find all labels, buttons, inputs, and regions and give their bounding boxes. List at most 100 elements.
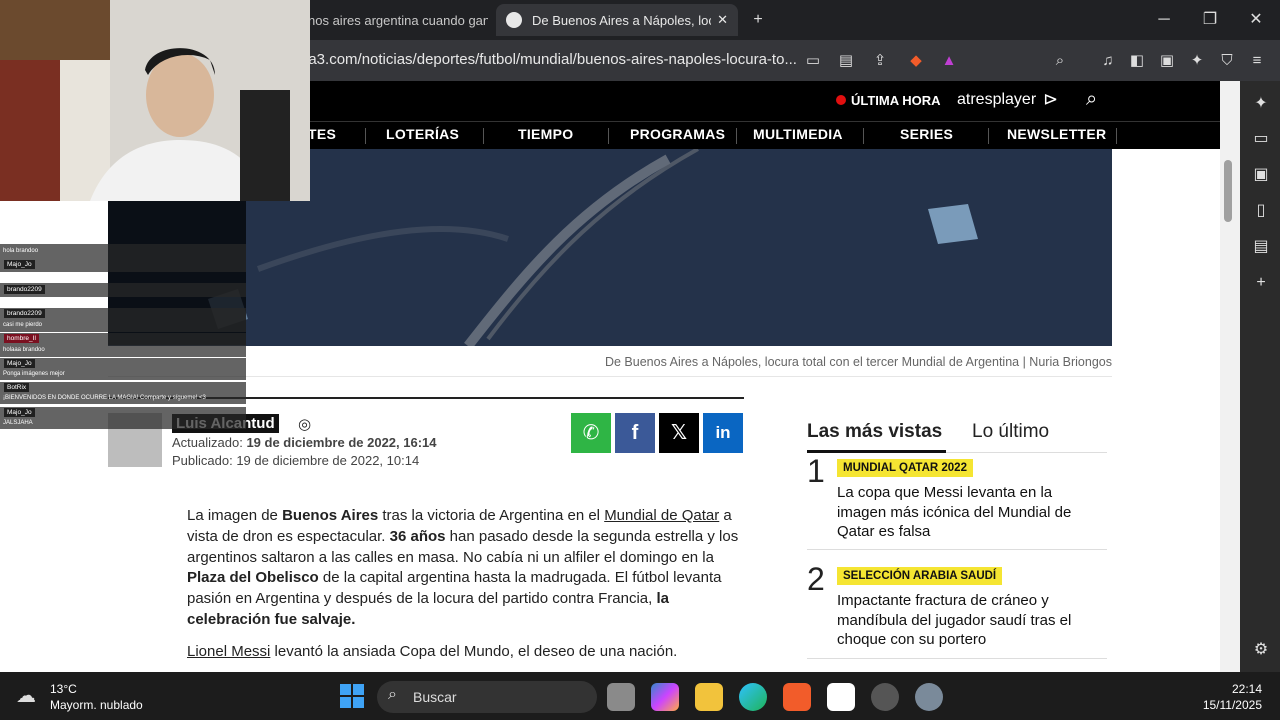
tab-active[interactable]: De Buenos Aires a Nápoles, locu ✕ — [496, 4, 738, 36]
add-panel-icon[interactable]: + — [1250, 272, 1272, 294]
nav-item[interactable]: SERIES — [900, 126, 953, 142]
active-tab-indicator — [807, 450, 946, 453]
chat-username: Majo_Jo — [4, 260, 35, 269]
most-viewed-headline[interactable]: La copa que Messi levanta en la imagen m… — [837, 483, 1097, 542]
cast-icon[interactable]: ▭ — [802, 50, 824, 72]
system-clock[interactable]: 22:14 15/11/2025 — [1190, 681, 1262, 713]
new-tab-button[interactable]: + — [746, 8, 770, 32]
nav-item[interactable]: PROGRAMAS — [630, 126, 725, 142]
chat-username: brando2209 — [4, 309, 45, 318]
weather-cloud-icon[interactable]: ☁ — [16, 683, 44, 707]
chat-username: Majo_Jo — [4, 359, 35, 368]
tab-close-icon[interactable]: ✕ — [717, 12, 728, 28]
obs-icon[interactable] — [871, 683, 899, 711]
search-icon: ⌕ — [388, 686, 397, 703]
taskbar-search-input[interactable]: Buscar — [377, 681, 597, 713]
nav-item[interactable]: TES — [308, 126, 336, 142]
tab-title: nos aires argentina cuando gano — [308, 12, 488, 28]
scrollbar-thumb[interactable] — [1224, 160, 1232, 222]
vpn-icon[interactable]: ⛉ — [1216, 50, 1238, 72]
chat-message — [0, 258, 246, 272]
chat-username: BotRix — [4, 383, 30, 392]
file-explorer-icon[interactable] — [695, 683, 723, 711]
address-bar[interactable]: na3.com/noticias/deportes/futbol/mundial… — [300, 46, 800, 74]
search-icon[interactable]: ⌕ — [1086, 88, 1097, 111]
wallet-icon[interactable]: ▣ — [1250, 164, 1272, 186]
nav-item[interactable]: NEWSLETTER — [1007, 126, 1106, 142]
updated-label: Actualizado: — [172, 435, 243, 450]
article-body: La imagen de Buenos Aires tras la victor… — [187, 506, 742, 663]
live-dot-icon — [836, 95, 846, 105]
x-share-icon[interactable]: 𝕏 — [659, 413, 699, 453]
search-page-icon[interactable]: ⌕ — [1049, 50, 1071, 72]
published-date: Publicado: 19 de diciembre de 2022, 10:1… — [172, 453, 420, 468]
site-favicon-icon — [506, 12, 522, 28]
whatsapp-share-icon[interactable]: ✆ — [571, 413, 611, 453]
brave-icon[interactable] — [783, 683, 811, 711]
close-window-button[interactable]: ✕ — [1244, 8, 1268, 32]
nav-divider — [1116, 128, 1117, 144]
copilot-icon[interactable] — [651, 683, 679, 711]
leo-icon[interactable]: ✦ — [1250, 93, 1272, 115]
divider — [108, 376, 1112, 377]
instagram-icon[interactable]: ◎ — [298, 415, 311, 433]
tab-latest[interactable]: Lo último — [972, 421, 1049, 443]
messi-link[interactable]: Lionel Messi — [187, 643, 270, 660]
brave-shield-icon[interactable]: ◆ — [905, 50, 927, 72]
media-player-icon[interactable]: ▭ — [1250, 128, 1272, 150]
facebook-share-icon[interactable]: f — [615, 413, 655, 453]
media-icon[interactable]: ♫ — [1097, 50, 1119, 72]
article-paragraph: Lionel Messi levantó la ansiada Copa del… — [187, 642, 742, 663]
wallet-icon[interactable]: ▣ — [1156, 50, 1178, 72]
nav-item[interactable]: TIEMPO — [518, 126, 573, 142]
chat-message: Ponga imágenes mejor — [0, 358, 246, 380]
nav-divider — [365, 128, 366, 144]
tab-most-viewed[interactable]: Las más vistas — [807, 421, 942, 443]
minimize-button[interactable]: ─ — [1152, 8, 1176, 32]
webcam-overlay — [0, 0, 310, 201]
browser-sidebar: ✦ ▭ ▣ ▯ ▤ + ⚙ — [1240, 81, 1280, 672]
brave-rewards-icon[interactable]: ▲ — [938, 50, 960, 72]
share-icon[interactable]: ⇪ — [869, 50, 891, 72]
breaking-news-link[interactable]: ÚLTIMA HORA — [851, 93, 941, 108]
settings-gear-icon[interactable]: ⚙ — [1250, 639, 1272, 661]
divider — [807, 658, 1107, 659]
nav-divider — [988, 128, 989, 144]
store-icon[interactable] — [827, 683, 855, 711]
most-viewed-headline[interactable]: Impactante fractura de cráneo y mandíbul… — [837, 591, 1097, 650]
article-paragraph: La imagen de Buenos Aires tras la victor… — [187, 507, 739, 628]
sidebar-toggle-icon[interactable]: ◧ — [1126, 50, 1148, 72]
settings-icon[interactable] — [915, 683, 943, 711]
nav-divider — [483, 128, 484, 144]
nav-item[interactable]: LOTERÍAS — [386, 126, 459, 142]
image-caption: De Buenos Aires a Nápoles, locura total … — [604, 355, 1112, 369]
tab-title: De Buenos Aires a Nápoles, locu — [532, 12, 712, 28]
clock-time: 22:14 — [1231, 682, 1262, 696]
chat-username: hombre_Il — [4, 334, 39, 343]
nav-divider — [736, 128, 737, 144]
windows-start-icon[interactable] — [340, 684, 364, 708]
reading-list-icon[interactable]: ▤ — [1250, 236, 1272, 258]
maximize-button[interactable]: ❐ — [1198, 8, 1222, 32]
chat-message: hola brandoo — [0, 244, 246, 258]
play-arrow-icon: ⊳ — [1043, 89, 1059, 109]
nav-item[interactable]: MULTIMEDIA — [753, 126, 843, 142]
edge-icon[interactable] — [739, 683, 767, 711]
weather-widget[interactable]: 13°C Mayorm. nublado — [50, 681, 143, 713]
updated-date: Actualizado: 19 de diciembre de 2022, 16… — [172, 435, 437, 450]
tab-previous[interactable]: nos aires argentina cuando gano — [308, 6, 488, 34]
bookmarks-icon[interactable]: ▯ — [1250, 200, 1272, 222]
leo-ai-icon[interactable]: ✦ — [1186, 50, 1208, 72]
linkedin-share-icon[interactable]: in — [703, 413, 743, 453]
chat-text: hola brandoo — [3, 248, 39, 254]
chat-text: ¡BIENVENIDOS EN DONDE OCURRE LA MAGIA! C… — [3, 395, 206, 401]
atresplayer-logo[interactable]: atresplayer — [957, 91, 1036, 109]
divider — [807, 549, 1107, 550]
menu-icon[interactable]: ≡ — [1246, 50, 1268, 72]
category-tag[interactable]: SELECCIÓN ARABIA SAUDÍ — [837, 567, 1003, 585]
task-view-icon[interactable] — [607, 683, 635, 711]
nav-divider — [608, 128, 609, 144]
reader-icon[interactable]: ▤ — [835, 50, 857, 72]
category-tag[interactable]: MUNDIAL QATAR 2022 — [837, 459, 973, 477]
chat-message: JALSJAHA — [0, 407, 246, 429]
